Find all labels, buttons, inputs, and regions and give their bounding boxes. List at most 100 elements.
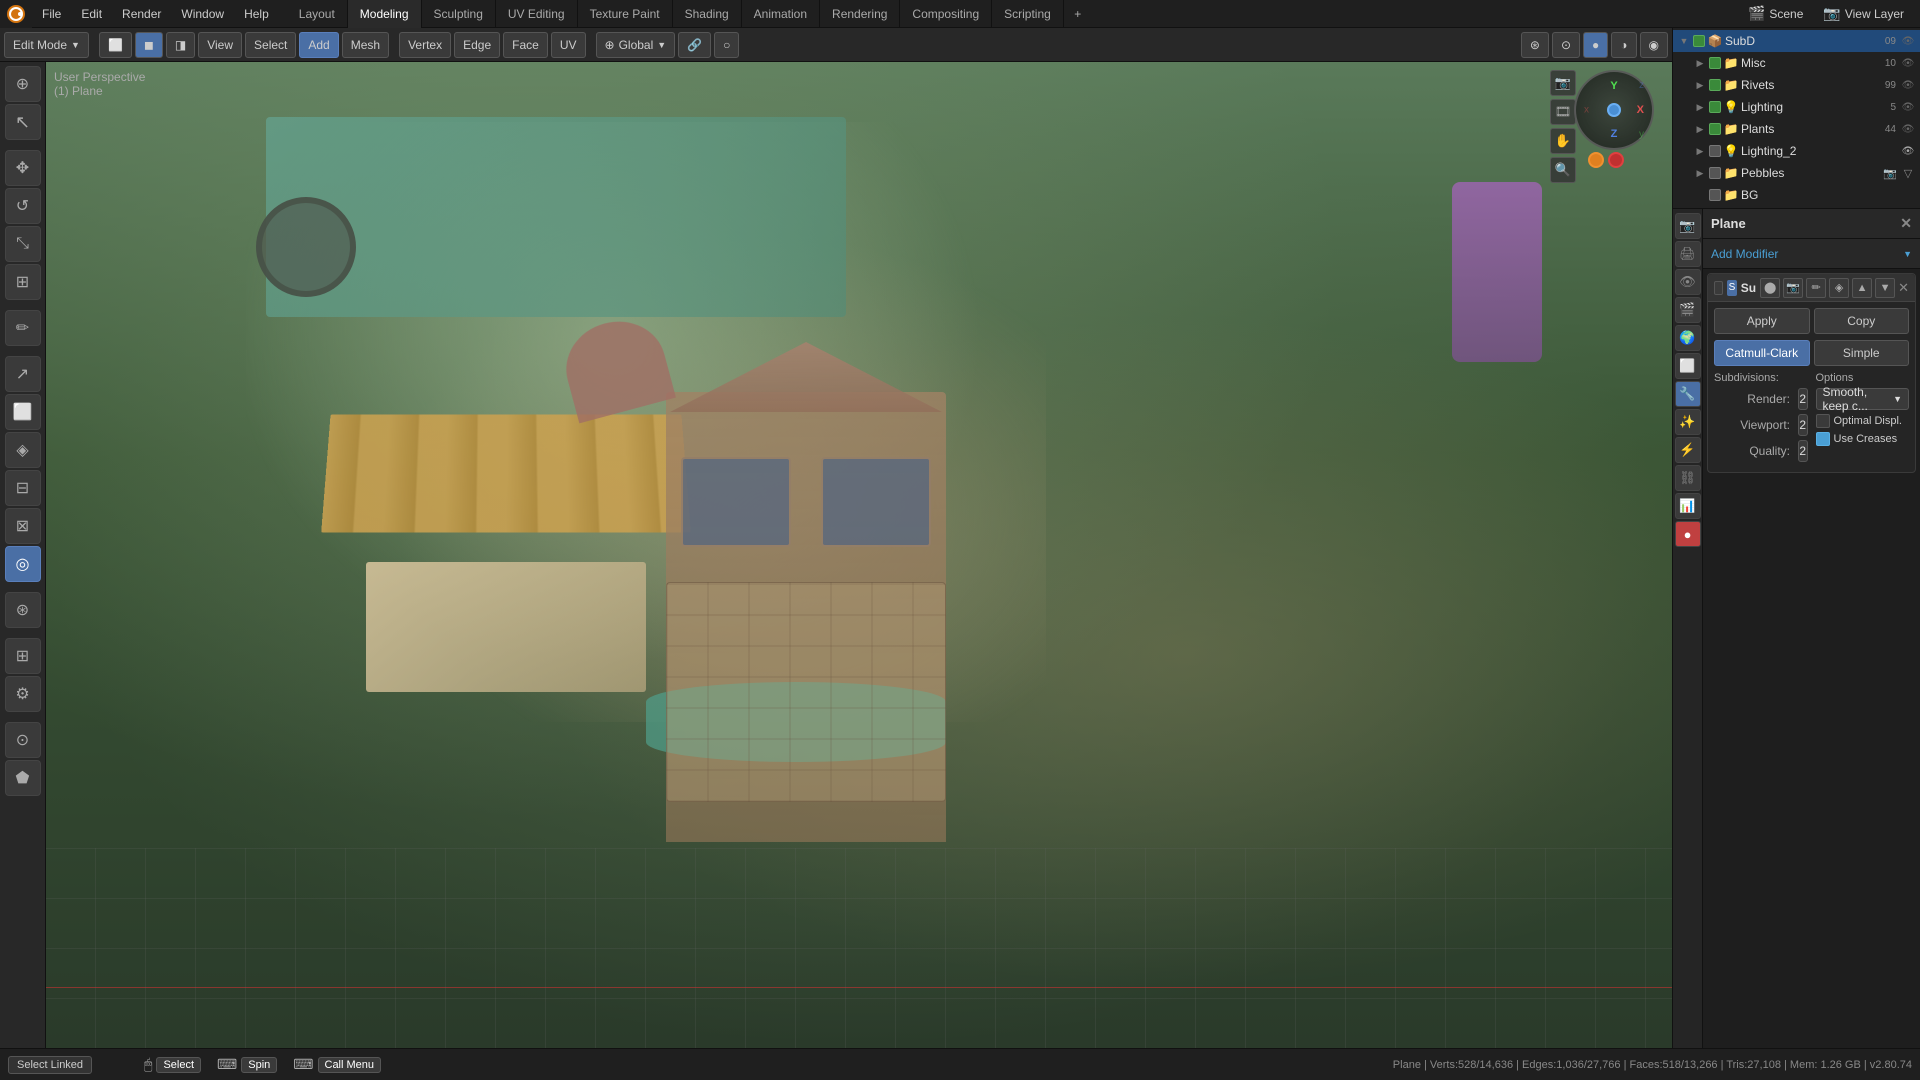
modifier-down-btn[interactable]: ▼ (1875, 278, 1895, 298)
outliner-expand-lighting[interactable]: ▶ (1693, 100, 1707, 114)
outliner-item-pebbles[interactable]: ▶ 📁 Pebbles 📷 ▽ (1673, 162, 1920, 184)
props-material-icon[interactable]: ● (1675, 521, 1701, 547)
props-modifiers-icon[interactable]: 🔧 (1675, 381, 1701, 407)
render-preview-icon[interactable]: 🎞 (1550, 99, 1576, 125)
knife-tool[interactable]: ⊙ (5, 722, 41, 758)
add-modifier-row[interactable]: Add Modifier ▼ (1703, 239, 1920, 269)
outliner-item-bg[interactable]: 📁 BG (1673, 184, 1920, 206)
smooth-tool[interactable]: ⊛ (5, 592, 41, 628)
tab-rendering[interactable]: Rendering (820, 0, 900, 28)
rotate-tool[interactable]: ↺ (5, 188, 41, 224)
outliner-expand-pebbles[interactable]: ▶ (1693, 166, 1707, 180)
optimal-displace-checkbox[interactable] (1816, 414, 1830, 428)
modifier-toggle[interactable] (1714, 281, 1723, 295)
apply-button[interactable]: Apply (1714, 308, 1810, 334)
outliner-check-bg[interactable] (1709, 189, 1721, 201)
quality-value[interactable]: 2 (1798, 440, 1808, 462)
annotate-tool[interactable]: ✏ (5, 310, 41, 346)
outliner-check-lighting2[interactable] (1709, 145, 1721, 157)
tab-scripting[interactable]: Scripting (992, 0, 1064, 28)
modifier-up-btn[interactable]: ▲ (1852, 278, 1872, 298)
outliner-eye-subd[interactable]: 👁 (1900, 33, 1916, 49)
scene-selector[interactable]: 🎬 Scene (1740, 3, 1811, 24)
vertex-menu[interactable]: Vertex (399, 32, 451, 58)
uv-menu[interactable]: UV (551, 32, 586, 58)
edge-menu[interactable]: Edge (454, 32, 500, 58)
navigation-gizmo[interactable]: X Y Z x y z (1574, 70, 1664, 160)
props-output-icon[interactable]: 🖨 (1675, 241, 1701, 267)
outliner-item-misc[interactable]: ▶ 📁 Misc 10 👁 (1673, 52, 1920, 74)
loopcut-tool[interactable]: ⊟ (5, 470, 41, 506)
mesh-menu[interactable]: Mesh (342, 32, 389, 58)
outliner-item-lighting[interactable]: ▶ 💡 Lighting 5 👁 (1673, 96, 1920, 118)
copy-button[interactable]: Copy (1814, 308, 1910, 334)
snap-toggle[interactable]: 🔗 (678, 32, 711, 58)
viewport-subdiv-value[interactable]: 2 (1798, 414, 1808, 436)
outliner-check-pebbles[interactable] (1709, 167, 1721, 179)
proportional-toggle[interactable]: ○ (714, 32, 739, 58)
props-data-icon[interactable]: 📊 (1675, 493, 1701, 519)
props-close-btn[interactable]: ✕ (1900, 215, 1912, 232)
spin-tool[interactable]: ◎ (5, 546, 41, 582)
add-workspace-button[interactable]: + (1064, 0, 1092, 28)
bisect-tool[interactable]: ⬟ (5, 760, 41, 796)
tab-compositing[interactable]: Compositing (900, 0, 992, 28)
inset-tool[interactable]: ⬜ (5, 394, 41, 430)
tab-shading[interactable]: Shading (673, 0, 742, 28)
modifier-cage-btn[interactable]: ◈ (1829, 278, 1849, 298)
simple-btn[interactable]: Simple (1814, 340, 1910, 366)
tab-texture-paint[interactable]: Texture Paint (578, 0, 673, 28)
outliner-expand-subd[interactable]: ▼ (1677, 34, 1691, 48)
outliner-item-lighting2[interactable]: ▶ 💡 Lighting_2 👁 (1673, 140, 1920, 162)
outliner-check-subd[interactable] (1693, 35, 1705, 47)
outliner-expand-misc[interactable]: ▶ (1693, 56, 1707, 70)
tab-animation[interactable]: Animation (742, 0, 820, 28)
polybuild-tool[interactable]: ⊠ (5, 508, 41, 544)
modifier-delete-btn[interactable]: ✕ (1898, 280, 1909, 296)
bevel-tool[interactable]: ◈ (5, 432, 41, 468)
shading-material[interactable]: ◑ (1611, 32, 1636, 58)
outliner-check-misc[interactable] (1709, 57, 1721, 69)
cursor-tool[interactable]: ⊕ (5, 66, 41, 102)
xray-toggle[interactable]: ⊙ (1552, 32, 1580, 58)
outliner-check-plants[interactable] (1709, 123, 1721, 135)
props-scene-icon[interactable]: 🎬 (1675, 297, 1701, 323)
props-object-icon[interactable]: ⬜ (1675, 353, 1701, 379)
face-menu[interactable]: Face (503, 32, 548, 58)
move-tool[interactable]: ✥ (5, 150, 41, 186)
tab-modeling[interactable]: Modeling (348, 0, 422, 28)
outliner-eye-rivets[interactable]: 👁 (1900, 77, 1916, 93)
viewport[interactable]: User Perspective (1) Plane 📷 🎞 ✋ 🔍 X Y Z… (46, 62, 1672, 1048)
outliner-eye-lighting2[interactable]: 👁 (1900, 143, 1916, 159)
select-menu[interactable]: Select (245, 32, 296, 58)
transform-orientation[interactable]: ⊕ Global ▼ (596, 32, 676, 58)
mode-dropdown[interactable]: Edit Mode ▼ (4, 32, 89, 58)
props-physics-icon[interactable]: ⚡ (1675, 437, 1701, 463)
modifier-edit-btn[interactable]: ✏ (1806, 278, 1826, 298)
file-menu[interactable]: File (32, 0, 71, 28)
outliner-expand-bg[interactable] (1693, 188, 1707, 202)
modifier-render-btn[interactable]: 📷 (1783, 278, 1803, 298)
rip-tool[interactable]: ⚙ (5, 676, 41, 712)
help-menu[interactable]: Help (234, 0, 279, 28)
props-world-icon[interactable]: 🌍 (1675, 325, 1701, 351)
extrude-tool[interactable]: ↗ (5, 356, 41, 392)
outliner-check-rivets[interactable] (1709, 79, 1721, 91)
outliner-check-lighting[interactable] (1709, 101, 1721, 113)
display-material[interactable]: ◨ (166, 32, 195, 58)
camera-icon[interactable]: 📷 (1550, 70, 1576, 96)
add-menu[interactable]: Add (299, 32, 338, 58)
outliner-eye-lighting[interactable]: 👁 (1900, 99, 1916, 115)
viewlayer-selector[interactable]: 📷 View Layer (1815, 3, 1912, 24)
render-menu[interactable]: Render (112, 0, 171, 28)
window-menu[interactable]: Window (171, 0, 234, 28)
modifier-realtime-btn[interactable]: ⬤ (1760, 278, 1780, 298)
outliner-expand-rivets[interactable]: ▶ (1693, 78, 1707, 92)
gizmo-circle[interactable]: X Y Z x y z (1574, 70, 1654, 150)
catmull-clark-btn[interactable]: Catmull-Clark (1714, 340, 1810, 366)
use-creases-checkbox[interactable] (1816, 432, 1830, 446)
display-solid[interactable]: ◼ (135, 32, 163, 58)
props-view-icon[interactable]: 👁 (1675, 269, 1701, 295)
outliner-expand-lighting2[interactable]: ▶ (1693, 144, 1707, 158)
outliner-eye-plants[interactable]: 👁 (1900, 121, 1916, 137)
